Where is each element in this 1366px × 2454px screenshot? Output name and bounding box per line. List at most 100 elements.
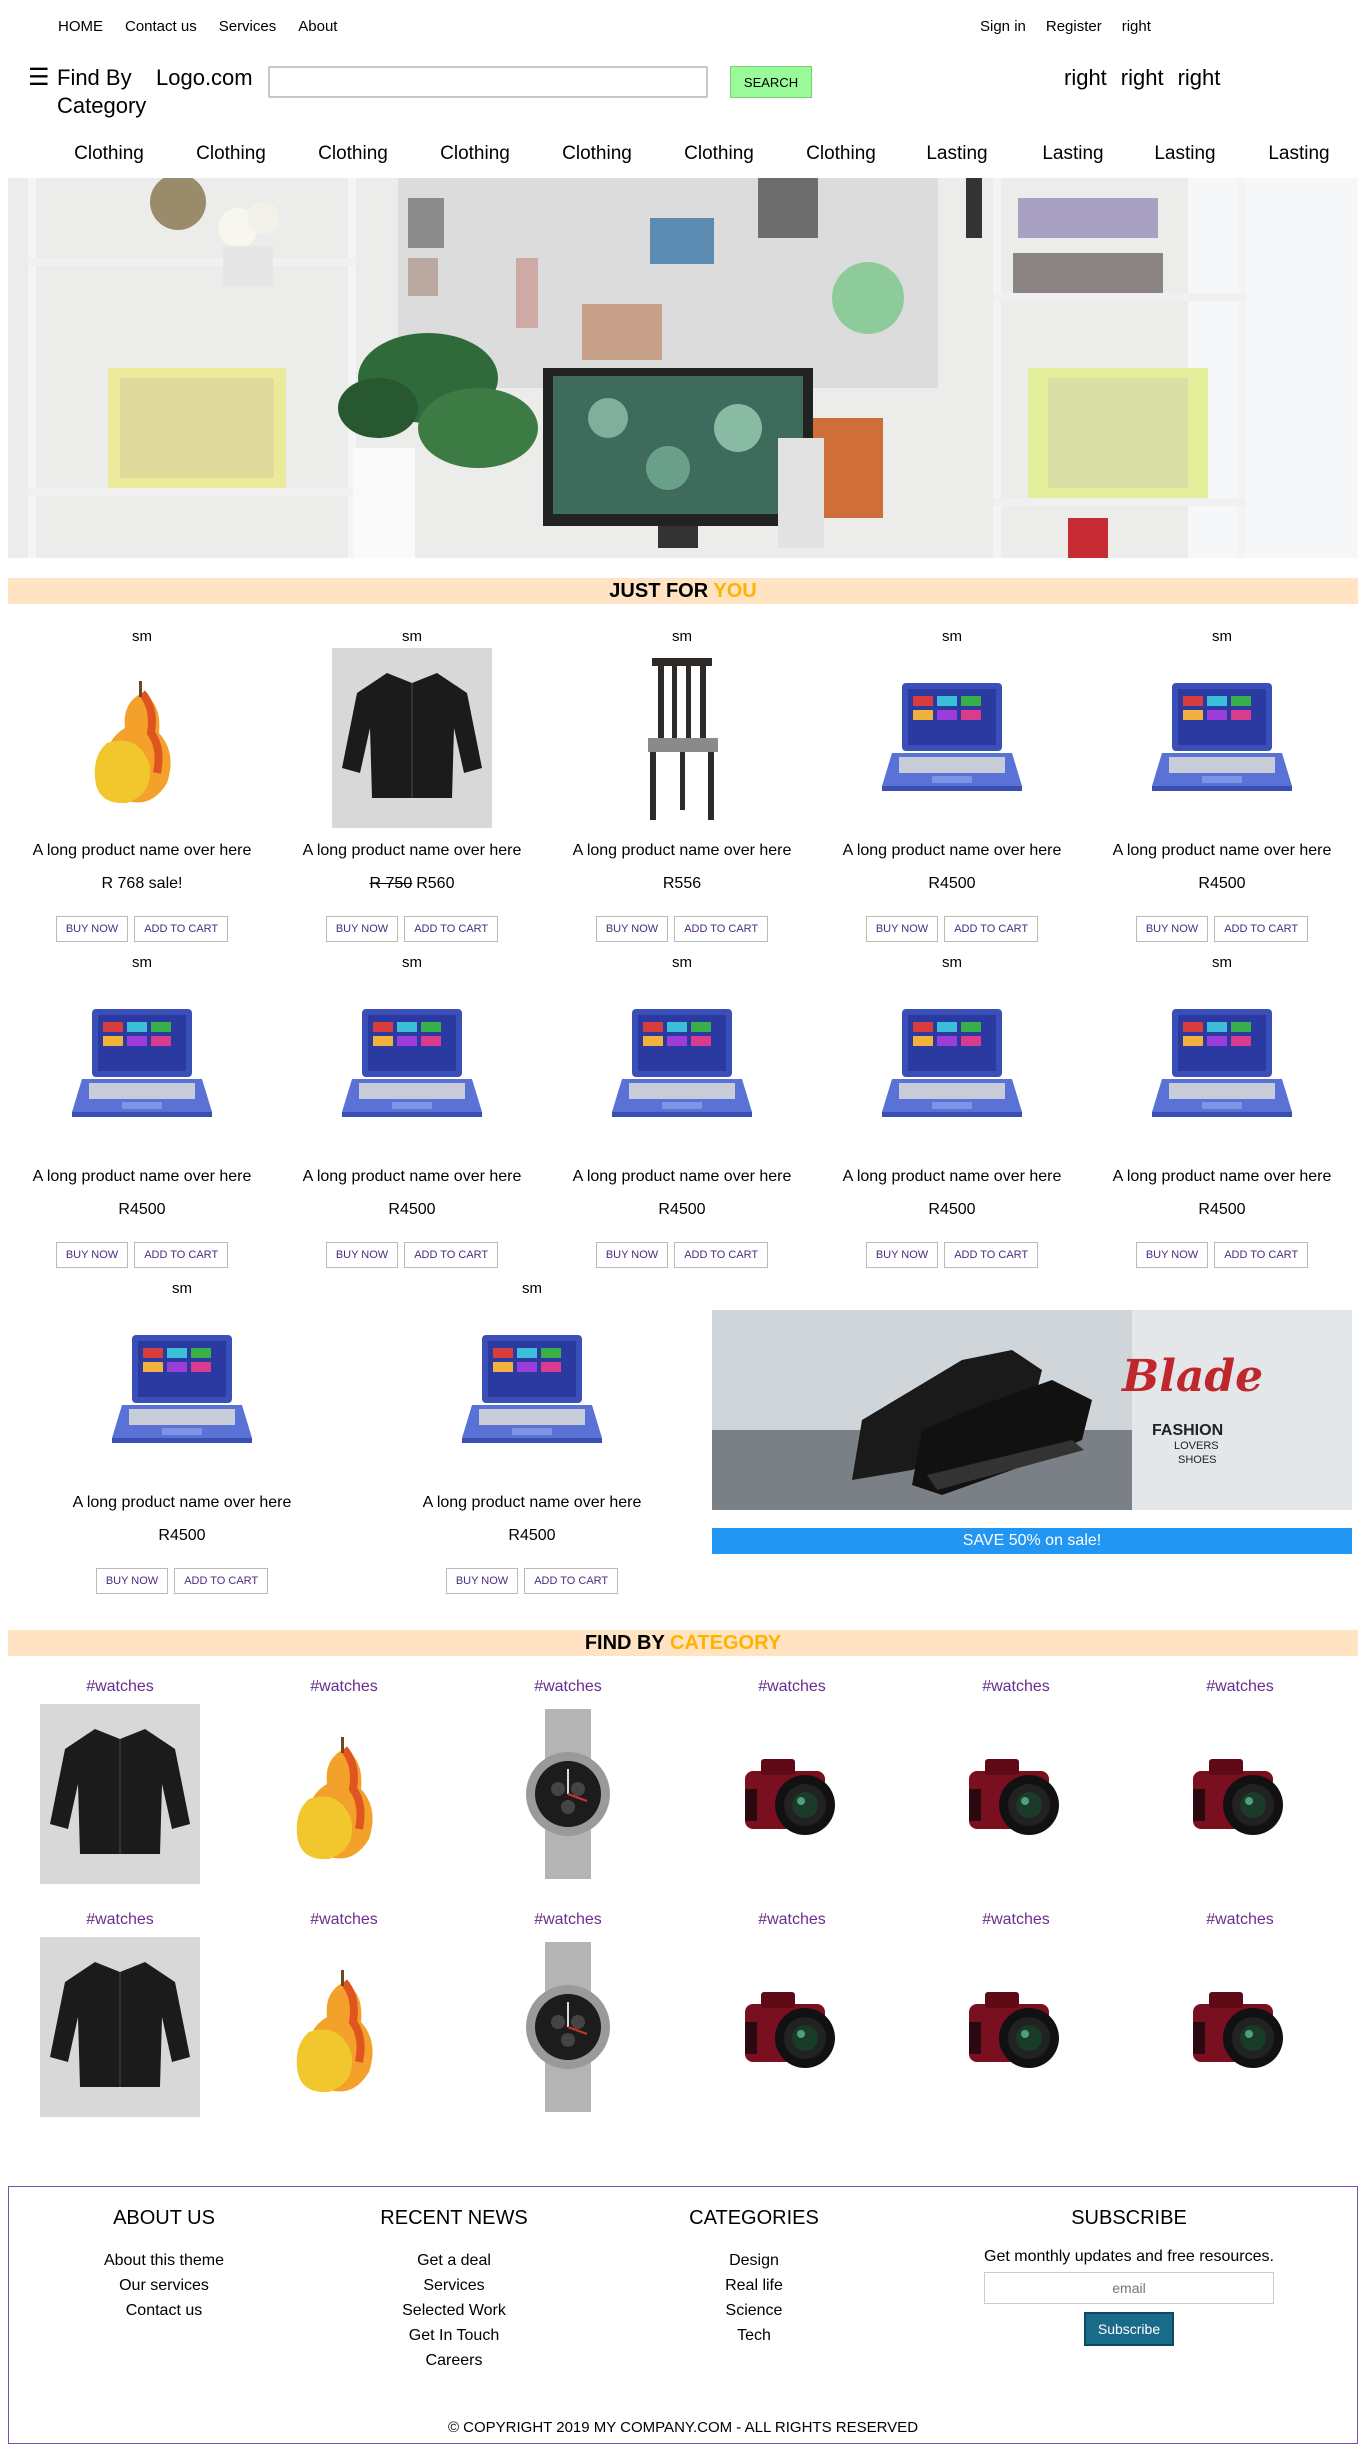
register-link[interactable]: Register: [1046, 18, 1102, 35]
product-name[interactable]: A long product name over here: [1092, 1168, 1352, 1186]
footer-link[interactable]: Design: [649, 2248, 859, 2273]
category-image[interactable]: [936, 1937, 1096, 2117]
category-image[interactable]: [40, 1937, 200, 2117]
product-card[interactable]: sm A long product name over here R4500 BUY …: [822, 628, 1082, 948]
category-tag-link[interactable]: #watches: [916, 1678, 1116, 1696]
category-tag-link[interactable]: #watches: [1140, 1911, 1340, 1929]
category-tag-link[interactable]: #watches: [1140, 1678, 1340, 1696]
promo-banner[interactable]: Blade FASHION LOVERS SHOES: [712, 1310, 1352, 1510]
add-to-cart-button[interactable]: ADD TO CART: [1214, 916, 1309, 942]
buy-now-button[interactable]: BUY NOW: [325, 1242, 399, 1268]
nav-services-link[interactable]: Services: [219, 18, 277, 35]
category-tag-link[interactable]: #watches: [916, 1911, 1116, 1929]
category-link[interactable]: Lasting: [1238, 143, 1360, 165]
add-to-cart-button[interactable]: ADD TO CART: [404, 916, 499, 942]
category-link[interactable]: Clothing: [292, 143, 414, 165]
footer-link[interactable]: Tech: [649, 2323, 859, 2348]
footer-link[interactable]: Contact us: [69, 2298, 259, 2323]
category-image[interactable]: [40, 1704, 200, 1884]
add-to-cart-button[interactable]: ADD TO CART: [944, 1242, 1039, 1268]
add-to-cart-button[interactable]: ADD TO CART: [134, 916, 229, 942]
category-card[interactable]: #watches: [692, 1911, 892, 2131]
product-image[interactable]: [102, 1300, 262, 1480]
category-tag-link[interactable]: #watches: [692, 1911, 892, 1929]
footer-link[interactable]: Science: [649, 2298, 859, 2323]
product-card[interactable]: sm A long product name over here R4500 BUY …: [12, 954, 272, 1274]
footer-link[interactable]: Selected Work: [349, 2298, 559, 2323]
category-tag-link[interactable]: #watches: [692, 1678, 892, 1696]
product-image[interactable]: [62, 648, 222, 828]
footer-link[interactable]: Real life: [649, 2273, 859, 2298]
category-card[interactable]: #watches: [20, 1911, 220, 2131]
product-name[interactable]: A long product name over here: [822, 842, 1082, 860]
add-to-cart-button[interactable]: ADD TO CART: [404, 1242, 499, 1268]
header-right-link[interactable]: right: [1121, 64, 1164, 92]
category-tag-link[interactable]: #watches: [468, 1911, 668, 1929]
add-to-cart-button[interactable]: ADD TO CART: [944, 916, 1039, 942]
category-tag-link[interactable]: #watches: [244, 1678, 444, 1696]
category-card[interactable]: #watches: [1140, 1678, 1340, 1898]
category-card[interactable]: #watches: [244, 1911, 444, 2131]
category-link[interactable]: Clothing: [780, 143, 902, 165]
add-to-cart-button[interactable]: ADD TO CART: [674, 1242, 769, 1268]
category-image[interactable]: [264, 1937, 424, 2117]
category-image[interactable]: [712, 1937, 872, 2117]
product-card[interactable]: sm A long product name over here R4500 BUY …: [282, 954, 542, 1274]
search-input[interactable]: [268, 66, 708, 98]
buy-now-button[interactable]: BUY NOW: [1135, 1242, 1209, 1268]
product-name[interactable]: A long product name over here: [1092, 842, 1352, 860]
sale-banner[interactable]: SAVE 50% on sale!: [712, 1528, 1352, 1554]
category-image[interactable]: [1160, 1704, 1320, 1884]
buy-now-button[interactable]: BUY NOW: [95, 1568, 169, 1594]
nav-home-link[interactable]: HOME: [58, 18, 103, 35]
buy-now-button[interactable]: BUY NOW: [595, 916, 669, 942]
product-card[interactable]: sm A long product name over here R4500 BUY …: [1092, 628, 1352, 948]
buy-now-button[interactable]: BUY NOW: [865, 916, 939, 942]
buy-now-button[interactable]: BUY NOW: [595, 1242, 669, 1268]
footer-link[interactable]: Careers: [349, 2348, 559, 2373]
category-link[interactable]: Clothing: [414, 143, 536, 165]
product-card[interactable]: sm A long product name over here R 750 R560…: [282, 628, 542, 948]
category-card[interactable]: #watches: [916, 1678, 1116, 1898]
buy-now-button[interactable]: BUY NOW: [55, 916, 129, 942]
product-name[interactable]: A long product name over here: [52, 1494, 312, 1512]
product-card[interactable]: sm A long product name over here R 768 sal…: [12, 628, 272, 948]
footer-link[interactable]: Get In Touch: [349, 2323, 559, 2348]
nav-contact-link[interactable]: Contact us: [125, 18, 197, 35]
search-button[interactable]: SEARCH: [730, 66, 812, 98]
category-link[interactable]: Clothing: [658, 143, 780, 165]
category-image[interactable]: [488, 1937, 648, 2117]
product-image[interactable]: [452, 1300, 612, 1480]
header-right-link[interactable]: right: [1064, 64, 1107, 92]
category-card[interactable]: #watches: [1140, 1911, 1340, 2131]
footer-link[interactable]: Our services: [69, 2273, 259, 2298]
product-card[interactable]: sm A long product name over here R4500 BUY …: [822, 954, 1082, 1274]
product-name[interactable]: A long product name over here: [822, 1168, 1082, 1186]
category-image[interactable]: [712, 1704, 872, 1884]
product-card[interactable]: sm A long product name over here R556 BUY N…: [552, 628, 812, 948]
right-link[interactable]: right: [1122, 18, 1151, 35]
product-image[interactable]: [62, 974, 222, 1154]
header-right-link[interactable]: right: [1178, 64, 1221, 92]
footer-link[interactable]: Get a deal: [349, 2248, 559, 2273]
subscribe-button[interactable]: Subscribe: [1084, 2312, 1174, 2346]
product-image[interactable]: [872, 648, 1032, 828]
buy-now-button[interactable]: BUY NOW: [865, 1242, 939, 1268]
product-image[interactable]: [332, 974, 492, 1154]
product-image[interactable]: [872, 974, 1032, 1154]
category-image[interactable]: [264, 1704, 424, 1884]
product-image[interactable]: [602, 648, 762, 828]
category-link[interactable]: Clothing: [536, 143, 658, 165]
category-card[interactable]: #watches: [244, 1678, 444, 1898]
category-link[interactable]: Lasting: [1124, 143, 1246, 165]
category-link[interactable]: Clothing: [48, 143, 170, 165]
add-to-cart-button[interactable]: ADD TO CART: [134, 1242, 229, 1268]
category-card[interactable]: #watches: [468, 1911, 668, 2131]
category-card[interactable]: #watches: [468, 1678, 668, 1898]
product-card[interactable]: sm A long product name over here R4500 BUY …: [1092, 954, 1352, 1274]
category-image[interactable]: [936, 1704, 1096, 1884]
product-card[interactable]: sm A long product name over here R4500 BUY …: [402, 1280, 662, 1600]
product-name[interactable]: A long product name over here: [552, 842, 812, 860]
add-to-cart-button[interactable]: ADD TO CART: [174, 1568, 269, 1594]
product-image[interactable]: [602, 974, 762, 1154]
